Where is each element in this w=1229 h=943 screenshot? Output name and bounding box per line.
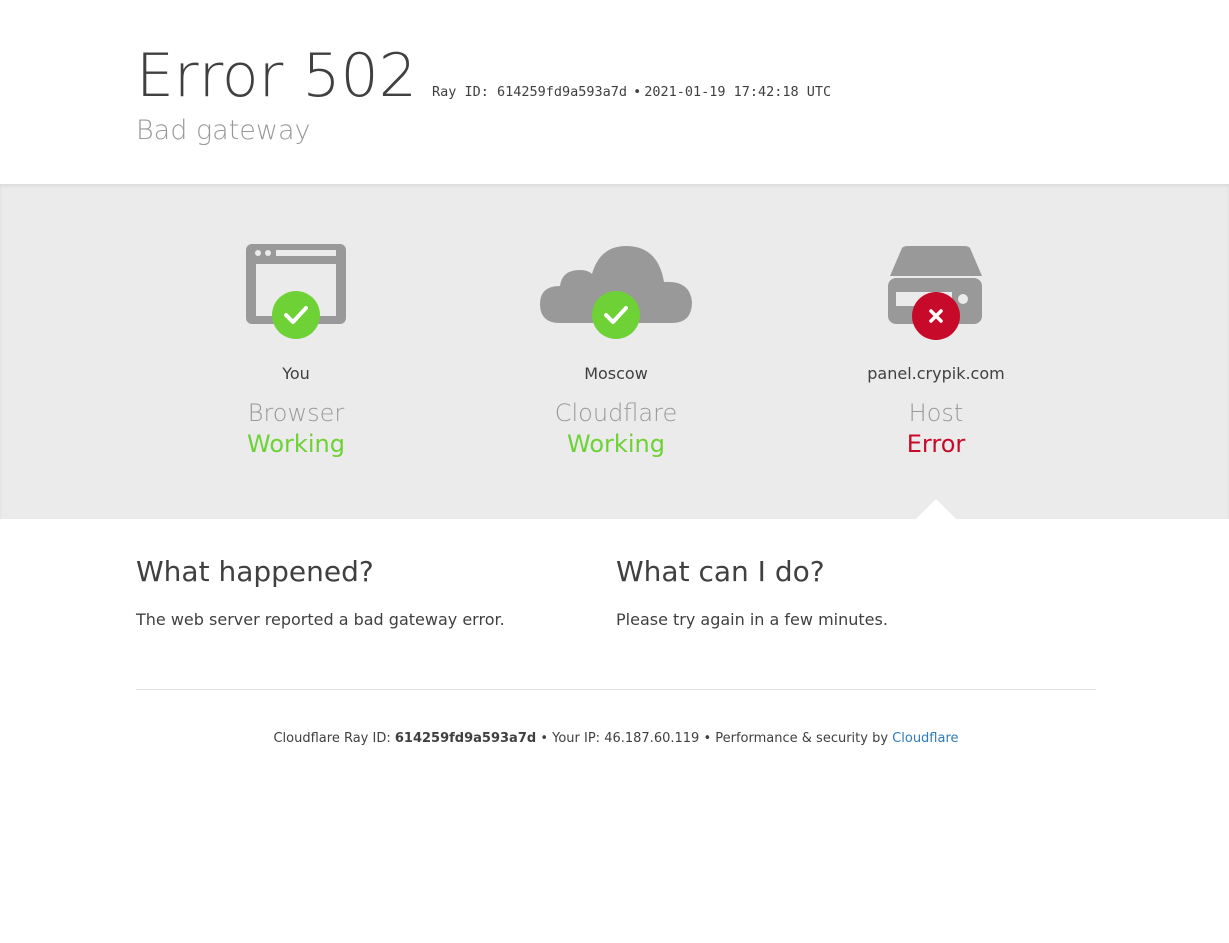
footer-separator: • [703,731,712,746]
cloudflare-node: Moscow Cloudflare Working [456,184,776,519]
browser-label: Browser [247,399,345,427]
divider [136,689,1096,690]
host-location: panel.crypik.com [867,364,1005,383]
what-can-i-do-text: Please try again in a few minutes. [616,610,888,629]
error-pointer-arrow [916,499,956,519]
browser-status: Working [247,430,345,458]
what-can-i-do-heading: What can I do? [616,555,825,588]
cloud-icon [456,240,776,346]
cloudflare-label: Cloudflare [554,399,678,427]
header: Error 502 Ray ID: 614259fd9a593a7d • 2021-… [0,0,1229,184]
footer: Cloudflare Ray ID: 614259fd9a593a7d • Yo… [136,731,1096,746]
what-happened-heading: What happened? [136,555,374,588]
status-band: You Browser Working Moscow Cloudflare Wo… [0,184,1229,519]
ray-separator: • [633,84,642,100]
ray-timestamp: 2021-01-19 17:42:18 UTC [644,84,832,100]
ray-id-label: Ray ID: 614259fd9a593a7d [432,84,628,100]
info-section: What happened? The web server reported a… [0,519,1229,689]
error-subtitle: Bad gateway [136,115,311,146]
ray-info: Ray ID: 614259fd9a593a7d • 2021-01-19 17:4… [432,84,831,100]
title-row: Error 502 Ray ID: 614259fd9a593a7d • 2021-… [136,40,831,112]
browser-node: You Browser Working [136,184,456,519]
browser-icon [136,240,456,346]
cloudflare-status: Working [567,430,665,458]
host-node: panel.crypik.com Host Error [776,184,1096,519]
what-happened-text: The web server reported a bad gateway er… [136,610,505,629]
footer-separator: • [540,731,548,746]
cloudflare-location: Moscow [584,364,648,383]
cloudflare-link[interactable]: Cloudflare [892,731,958,746]
host-status: Error [906,430,966,458]
footer-ip: Your IP: 46.187.60.119 [552,731,700,746]
error-title: Error 502 [136,41,417,111]
server-icon [776,240,1096,346]
footer-ray-id: 614259fd9a593a7d [394,731,537,746]
footer-ray-prefix: Cloudflare Ray ID: [273,731,391,746]
check-icon [592,291,640,339]
browser-location: You [282,364,310,383]
host-label: Host [908,399,964,427]
footer-performance: Performance & security by [715,731,889,746]
check-icon [272,291,320,339]
error-x-icon [912,292,960,340]
